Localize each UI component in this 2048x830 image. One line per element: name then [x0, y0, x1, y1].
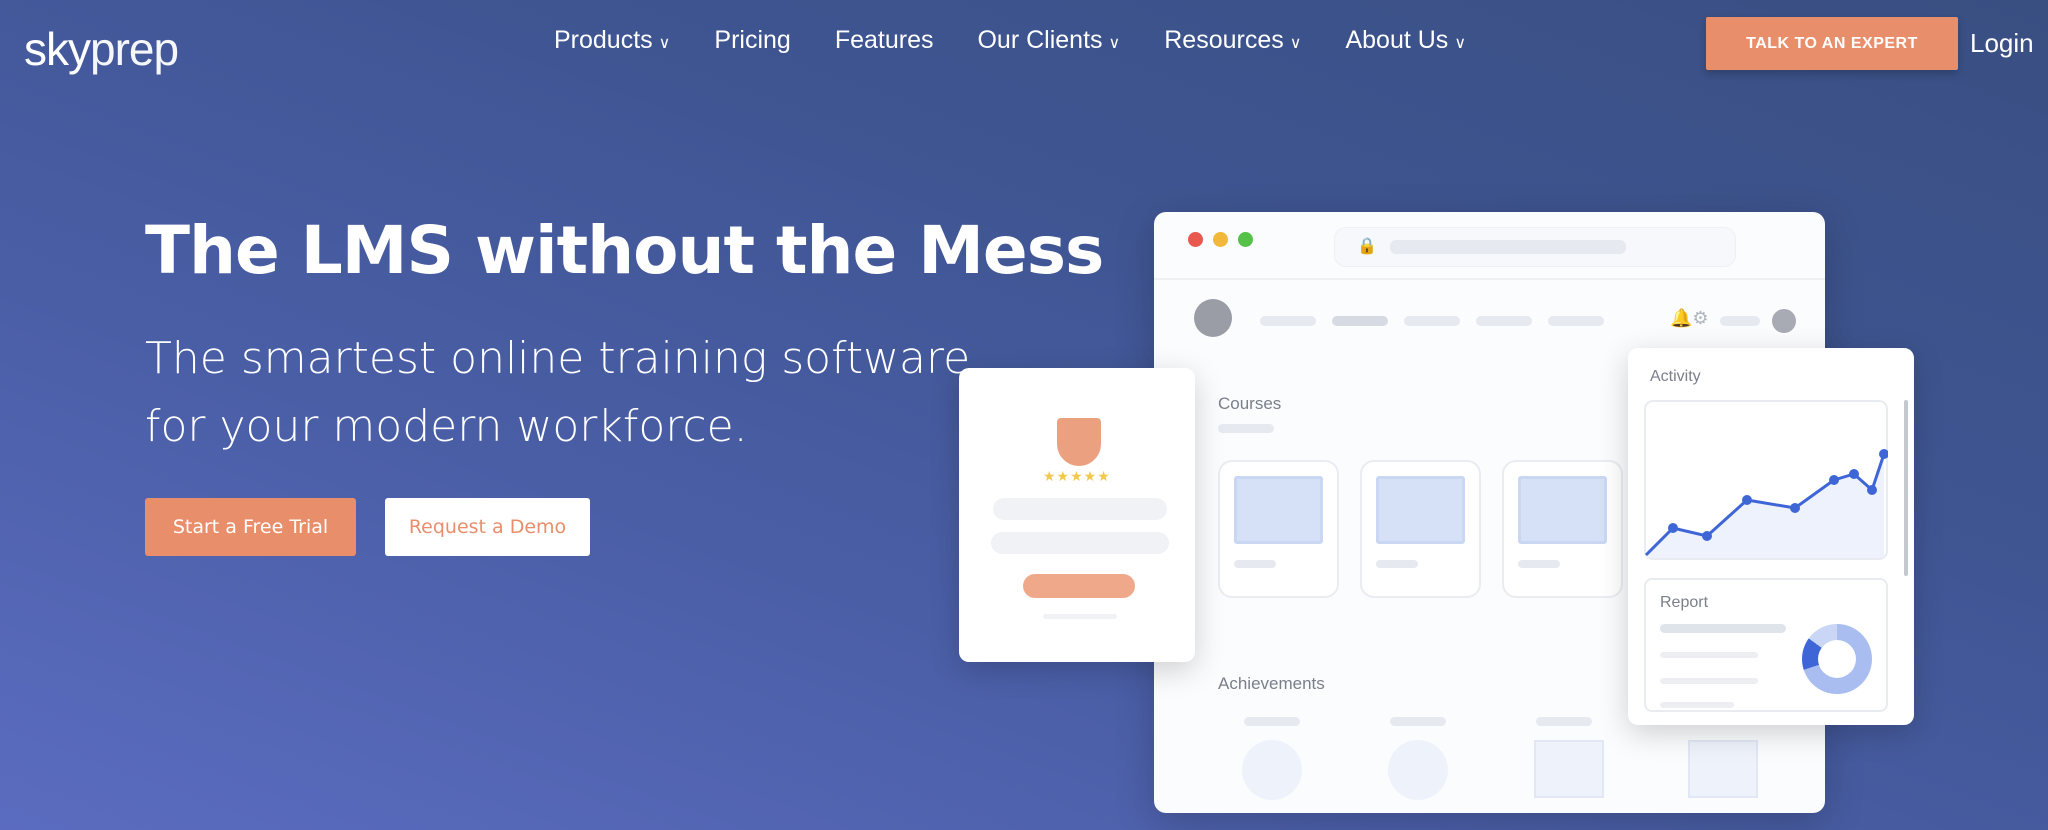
window-close-dot — [1188, 232, 1203, 247]
skyprep-logo[interactable]: skyprep — [24, 22, 179, 76]
donut-chart — [1802, 624, 1872, 694]
avatar-icon — [1772, 309, 1796, 333]
nav-about-us[interactable]: About Us ∨ — [1345, 26, 1466, 55]
start-free-trial-button[interactable]: Start a Free Trial — [145, 498, 356, 556]
activity-panel: Activity Report — [1628, 348, 1914, 725]
nav-pricing[interactable]: Pricing — [714, 26, 790, 55]
lock-icon: 🔒 — [1357, 238, 1377, 255]
image-icon — [1518, 476, 1607, 544]
hero-title: The LMS without the Mess — [145, 212, 1104, 289]
hero-subtitle: The smartest online training software for… — [145, 333, 971, 452]
card-button — [1023, 574, 1135, 598]
nav-our-clients[interactable]: Our Clients ∨ — [977, 26, 1120, 55]
nav-resources[interactable]: Resources ∨ — [1164, 26, 1301, 55]
course-card — [1360, 460, 1481, 598]
activity-heading: Activity — [1650, 368, 1701, 385]
top-nav: skyprep Products ∨ Pricing Features Our C… — [0, 0, 2048, 88]
image-icon — [1376, 476, 1465, 544]
window-minimize-dot — [1213, 232, 1228, 247]
image-icon — [1234, 476, 1323, 544]
course-card — [1218, 460, 1339, 598]
chevron-down-icon: ∨ — [1454, 35, 1467, 52]
window-maximize-dot — [1238, 232, 1253, 247]
chevron-down-icon: ∨ — [1289, 35, 1302, 52]
rating-stars: ★★★★★ — [1043, 468, 1111, 484]
talk-to-expert-button[interactable]: TALK TO AN EXPERT — [1706, 17, 1958, 70]
address-bar: 🔒 — [1334, 227, 1736, 267]
profile-card: ★★★★★ — [959, 368, 1195, 662]
login-link[interactable]: Login — [1970, 28, 2034, 59]
nav-products[interactable]: Products ∨ — [554, 26, 670, 55]
courses-heading: Courses — [1218, 394, 1282, 413]
scrollbar[interactable] — [1904, 400, 1908, 576]
report-heading: Report — [1660, 594, 1709, 611]
chevron-down-icon: ∨ — [1108, 35, 1121, 52]
nav-features[interactable]: Features — [835, 26, 934, 55]
course-card — [1502, 460, 1623, 598]
request-demo-button[interactable]: Request a Demo — [385, 498, 590, 556]
activity-chart — [1644, 400, 1888, 560]
trophy-icon — [1242, 740, 1302, 800]
bell-gear-icons: 🔔⚙ — [1670, 308, 1709, 328]
certificate-icon — [1688, 740, 1758, 798]
chevron-down-icon: ∨ — [658, 35, 671, 52]
achievements-heading: Achievements — [1218, 674, 1325, 693]
certificate-icon — [1534, 740, 1604, 798]
trophy-icon — [1388, 740, 1448, 800]
report-card: Report — [1644, 578, 1888, 712]
badge-shield-icon — [1057, 418, 1101, 466]
app-logo-icon — [1194, 299, 1232, 337]
